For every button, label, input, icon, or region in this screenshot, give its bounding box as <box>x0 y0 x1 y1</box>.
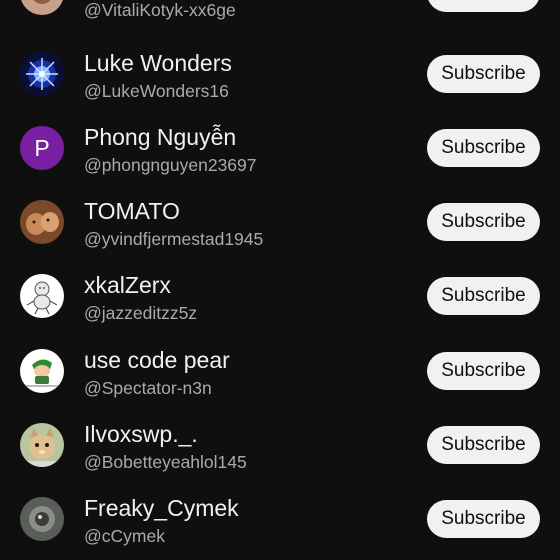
channel-row[interactable]: P Phong Nguyễn @phongnguyen23697 Subscri… <box>0 111 560 185</box>
subscribe-button[interactable]: Subscribe <box>427 500 540 538</box>
channel-row[interactable]: Freaky_Cymek @cCymek Subscribe <box>0 482 560 556</box>
channel-handle: @LukeWonders16 <box>84 81 229 101</box>
blue-spark-avatar-icon[interactable] <box>20 52 64 96</box>
cat-photo-avatar-icon[interactable] <box>20 423 64 467</box>
channel-name[interactable]: TOMATO <box>84 197 180 225</box>
subscribe-button[interactable]: Subscribe <box>427 55 540 93</box>
photo-avatar-icon[interactable] <box>20 497 64 541</box>
channel-name[interactable]: use code pear <box>84 346 230 374</box>
channel-list: @VitaliKotyk-xx6ge Subscribe Luke Wonder… <box>0 0 560 560</box>
channel-name[interactable]: Luke Wonders <box>84 49 232 77</box>
subscribe-button[interactable]: Subscribe <box>427 203 540 241</box>
letter-avatar-icon[interactable]: P <box>20 126 64 170</box>
subscribe-button[interactable]: Subscribe <box>427 277 540 315</box>
channel-handle: @cCymek <box>84 526 165 546</box>
channel-name[interactable]: Ilvoxswp._. <box>84 420 198 448</box>
avatar-letter: P <box>34 135 50 161</box>
channel-name[interactable]: Phong Nguyễn <box>84 123 236 151</box>
channel-row[interactable]: xkalZerx @jazzeditzz5z Subscribe <box>0 259 560 333</box>
cartoon-character-avatar-icon[interactable] <box>20 349 64 393</box>
channel-handle: @Bobetteyeahlol145 <box>84 452 247 472</box>
subscribe-button[interactable]: Subscribe <box>427 0 540 12</box>
sketch-figure-avatar-icon[interactable] <box>20 274 64 318</box>
channel-handle: @VitaliKotyk-xx6ge <box>84 0 236 20</box>
channel-row[interactable]: TOMATO @yvindfjermestad1945 Subscribe <box>0 185 560 259</box>
subscribe-button[interactable]: Subscribe <box>427 352 540 390</box>
channel-name[interactable]: xkalZerx <box>84 271 171 299</box>
channel-name[interactable]: Freaky_Cymek <box>84 494 239 522</box>
channel-row[interactable]: @VitaliKotyk-xx6ge Subscribe <box>0 0 560 30</box>
channel-handle: @Spectator-n3n <box>84 378 212 398</box>
subscribe-button[interactable]: Subscribe <box>427 129 540 167</box>
channel-row[interactable]: Ilvoxswp._. @Bobetteyeahlol145 Subscribe <box>0 408 560 482</box>
channel-row[interactable]: use code pear @Spectator-n3n Subscribe <box>0 334 560 408</box>
channel-handle: @jazzeditzz5z <box>84 303 198 323</box>
channel-handle: @yvindfjermestad1945 <box>84 229 264 249</box>
animal-photo-avatar-icon[interactable] <box>20 200 64 244</box>
channel-handle: @phongnguyen23697 <box>84 155 257 175</box>
channel-row[interactable]: Luke Wonders @LukeWonders16 Subscribe <box>0 37 560 111</box>
photo-avatar-icon[interactable] <box>20 0 64 15</box>
subscribe-button[interactable]: Subscribe <box>427 426 540 464</box>
